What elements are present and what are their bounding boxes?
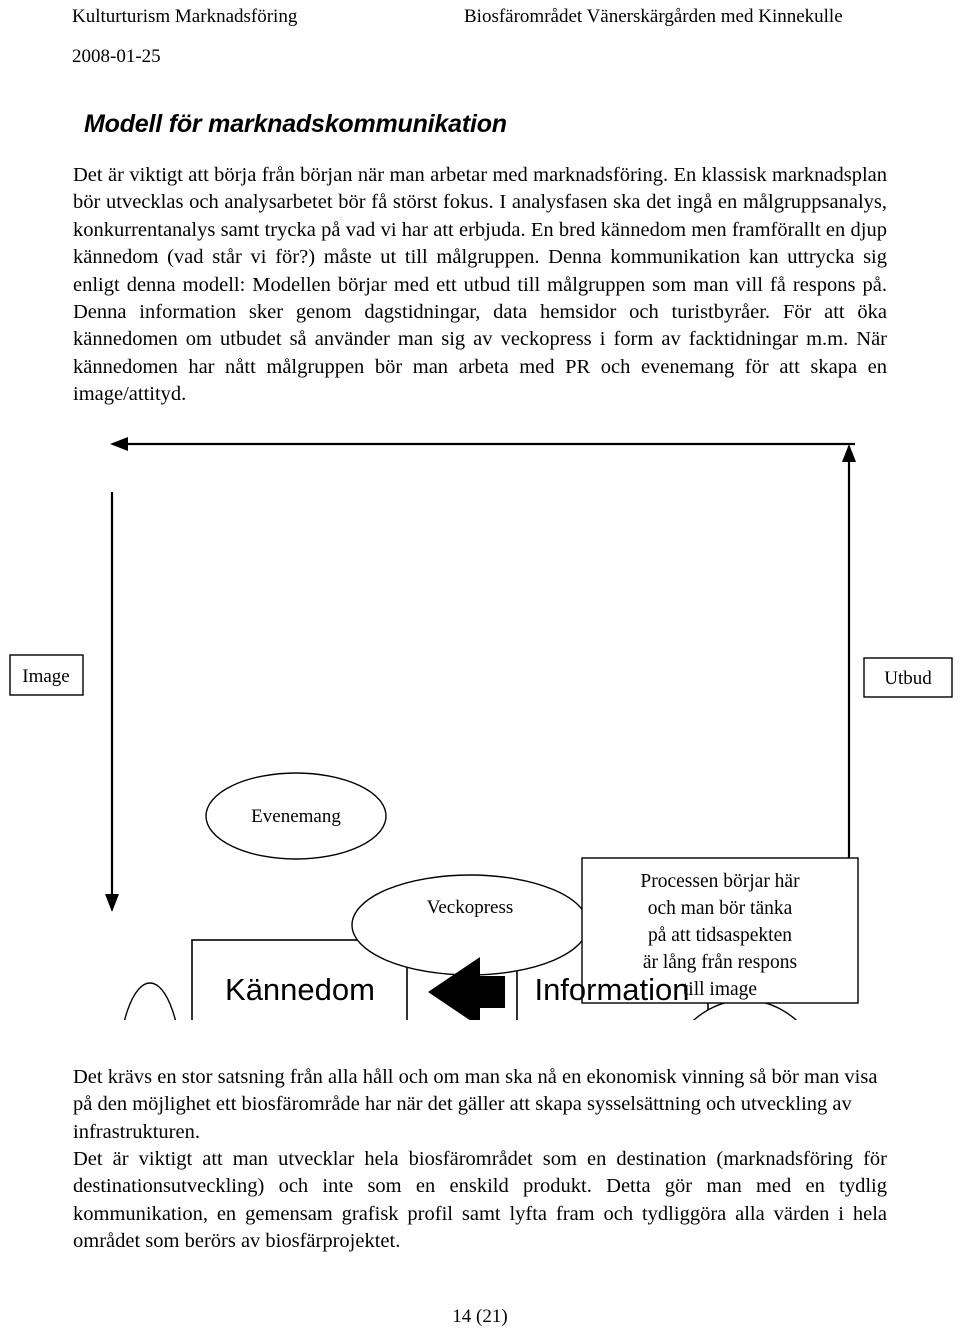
process-note-line-4: är lång från respons [643,952,797,973]
ellipse-veckopress [351,874,589,976]
header-document-title: Kulturturism Marknadsföring [72,6,298,27]
closing-paragraph-1: Det krävs en stor satsning från alla hål… [73,1066,878,1143]
header-project-title: Biosfärområdet Vänerskärgården med Kinne… [464,6,843,27]
box-utbud-label: Utbud [884,668,932,689]
page-title: Modell för marknadskommunikation [84,110,507,138]
diagram-canvas: Image Utbud Kännedom Information Image/A… [9,437,953,1020]
image-flow-arrow-left [105,492,119,912]
ellipse-veckopress-label: Veckopress [427,897,514,918]
document-date: 2008-01-25 [72,46,161,67]
marketing-communication-diagram: Image Utbud Kännedom Information Image/A… [0,420,960,1020]
process-note-line-1: Processen börjar här [640,871,800,892]
process-note-line-3: på att tidsaspekten [648,925,792,946]
box-information-label: Information [534,972,689,1007]
utbud-flow-arrow-right [842,444,856,870]
ellipse-pr [123,982,177,1020]
process-note-line-2: och man bör tänka [648,898,793,919]
closing-paragraph-2: Det är viktigt att man utvecklar hela bi… [73,1148,887,1253]
ellipse-evenemang-label: Evenemang [251,806,341,827]
page-number: 14 (21) [452,1306,508,1327]
intro-paragraph: Det är viktigt att börja från början när… [73,164,887,406]
process-note-line-5: till image [683,979,757,1000]
box-image-label: Image [22,666,69,687]
page-header: Kulturturism Marknadsföring Biosfärområd… [72,6,888,36]
box-kannedom-label: Kännedom [225,972,375,1007]
feedback-arrow-top [110,437,855,451]
